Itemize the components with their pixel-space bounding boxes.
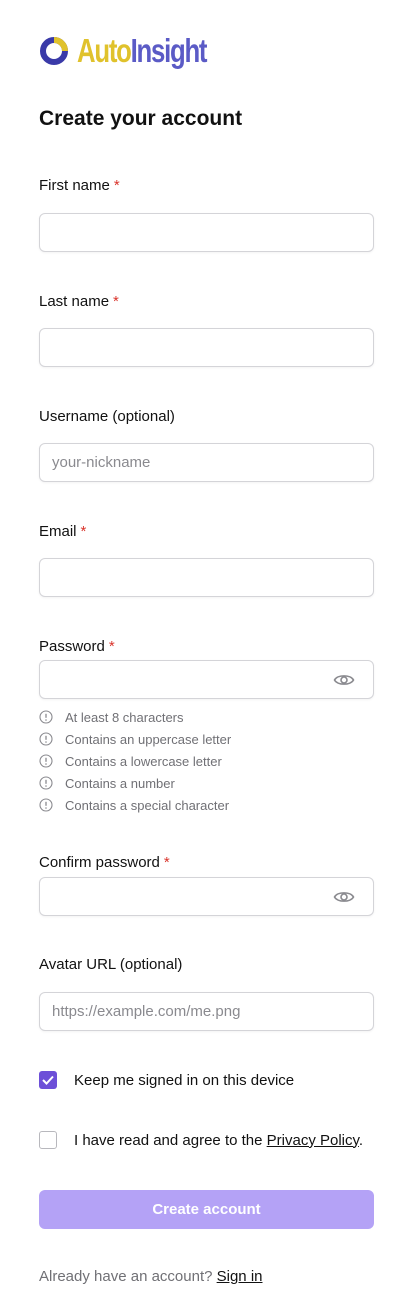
- first-name-field-wrapper: [39, 213, 374, 252]
- required-marker: *: [113, 293, 119, 310]
- confirm-password-field-wrapper: [39, 877, 374, 916]
- info-icon: [39, 710, 53, 724]
- email-field-wrapper: [39, 558, 374, 597]
- required-marker: *: [113, 177, 120, 194]
- sign-in-prompt: Already have an account? Sign in: [39, 1268, 263, 1285]
- email-input[interactable]: [40, 559, 373, 596]
- checkmark-icon: [42, 1075, 54, 1085]
- avatar-url-input[interactable]: [40, 993, 373, 1030]
- avatar-url-field-wrapper: [39, 992, 374, 1031]
- last-name-label: Last name *: [39, 293, 119, 310]
- password-rule: Contains a number: [39, 772, 231, 794]
- keep-signed-in-checkbox[interactable]: [39, 1071, 57, 1089]
- password-input[interactable]: [40, 661, 373, 698]
- eye-icon[interactable]: [333, 672, 355, 688]
- username-label: Username (optional): [39, 408, 175, 425]
- sign-in-link[interactable]: Sign in: [217, 1268, 263, 1285]
- brand-logo: AutoInsight: [39, 31, 243, 71]
- avatar-url-label: Avatar URL (optional): [39, 956, 183, 973]
- password-requirements-list: At least 8 characters Contains an upperc…: [39, 706, 231, 816]
- eye-icon[interactable]: [333, 889, 355, 905]
- info-icon: [39, 732, 53, 746]
- username-input[interactable]: [40, 444, 373, 481]
- keep-signed-in-label[interactable]: Keep me signed in on this device: [74, 1072, 294, 1089]
- brand-mark-icon: [40, 37, 68, 65]
- password-field-wrapper: [39, 660, 374, 699]
- confirm-password-label: Confirm password *: [39, 854, 170, 871]
- email-label: Email *: [39, 523, 87, 540]
- password-rule: At least 8 characters: [39, 706, 231, 728]
- password-label: Password *: [39, 638, 115, 655]
- keep-signed-in-row: Keep me signed in on this device: [39, 1071, 294, 1089]
- privacy-policy-link[interactable]: Privacy Policy: [267, 1132, 359, 1149]
- password-rule: Contains a special character: [39, 794, 231, 816]
- password-rule: Contains a lowercase letter: [39, 750, 231, 772]
- confirm-password-input[interactable]: [40, 878, 373, 915]
- page-title: Create your account: [39, 107, 243, 130]
- first-name-label: First name *: [39, 177, 120, 194]
- privacy-agreement-label[interactable]: I have read and agree to the Privacy Pol…: [74, 1132, 363, 1149]
- username-field-wrapper: [39, 443, 374, 482]
- info-icon: [39, 776, 53, 790]
- last-name-field-wrapper: [39, 328, 374, 367]
- privacy-agreement-row: I have read and agree to the Privacy Pol…: [39, 1131, 363, 1149]
- info-icon: [39, 754, 53, 768]
- required-marker: *: [163, 854, 170, 871]
- info-icon: [39, 798, 53, 812]
- brand-wordmark: AutoInsight: [77, 32, 207, 69]
- required-marker: *: [80, 523, 87, 540]
- first-name-input[interactable]: [40, 214, 373, 251]
- password-rule: Contains an uppercase letter: [39, 728, 231, 750]
- privacy-agreement-checkbox[interactable]: [39, 1131, 57, 1149]
- required-marker: *: [108, 638, 115, 655]
- last-name-input[interactable]: [40, 329, 373, 366]
- create-account-button[interactable]: Create account: [39, 1190, 374, 1229]
